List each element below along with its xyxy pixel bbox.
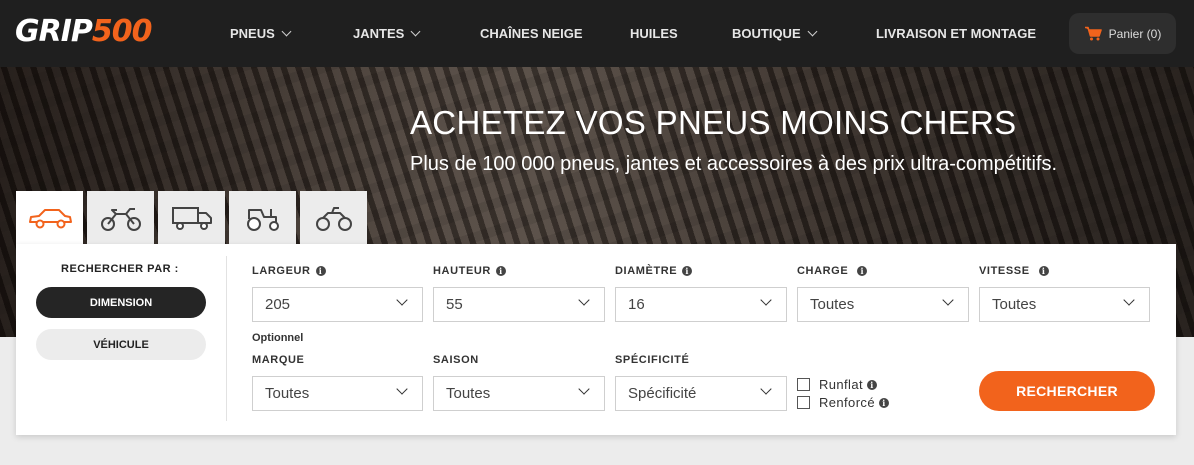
chevron-down-icon [760, 294, 772, 306]
tab-truck[interactable] [158, 191, 225, 244]
chevron-down-icon [396, 294, 408, 306]
car-icon [28, 208, 72, 228]
truck-icon [171, 206, 212, 230]
renforce-checkbox[interactable]: Renforcé i [797, 395, 889, 410]
marque-value: Toutes [265, 385, 310, 402]
specificite-value: Spécificité [628, 385, 697, 402]
diametre-label: DIAMÈTRE i [615, 265, 693, 277]
hero-subtitle: Plus de 100 000 pneus, jantes et accesso… [410, 153, 1058, 175]
chevron-down-icon [578, 294, 590, 306]
tractor-icon [246, 208, 279, 231]
checkbox-box[interactable] [797, 396, 810, 409]
largeur-label-text: LARGEUR [252, 265, 311, 277]
vitesse-label: VITESSE i [979, 265, 1049, 277]
vitesse-value: Toutes [992, 296, 1037, 313]
saison-value: Toutes [446, 385, 491, 402]
nav-item-label: BOUTIQUE [732, 26, 801, 41]
cart-icon [1084, 26, 1102, 41]
search-by-label: RECHERCHER PAR : [61, 263, 179, 275]
tab-motorcycle[interactable] [87, 191, 154, 244]
optional-label: Optionnel [252, 332, 304, 344]
diametre-select[interactable]: 16 [615, 287, 787, 322]
info-icon[interactable]: i [857, 266, 868, 276]
quad-icon [315, 206, 352, 231]
nav-item-label: CHAÎNES NEIGE [480, 26, 583, 41]
logo-text-500: 500 [91, 14, 153, 49]
saison-label: SAISON [433, 354, 479, 366]
cart-label: Panier (0) [1108, 26, 1162, 41]
info-icon[interactable]: i [495, 266, 506, 276]
tab-tractor[interactable] [229, 191, 296, 244]
chevron-down-icon [281, 26, 292, 37]
chevron-down-icon [807, 26, 818, 37]
top-nav: GRIP 500 PNEUS JANTES CHAÎNES NEIGE HUILE… [0, 0, 1194, 67]
charge-select[interactable]: Toutes [797, 287, 969, 322]
info-icon[interactable]: i [1038, 266, 1049, 276]
saison-select[interactable]: Toutes [433, 376, 605, 411]
info-icon[interactable]: i [867, 379, 877, 390]
info-icon[interactable]: i [878, 397, 889, 408]
hauteur-label: HAUTEUR i [433, 265, 506, 277]
diametre-label-text: DIAMÈTRE [615, 265, 678, 277]
chevron-down-icon [1123, 294, 1135, 306]
checkbox-box[interactable] [797, 378, 810, 391]
largeur-label: LARGEUR i [252, 265, 326, 277]
nav-item-label: HUILES [630, 26, 678, 41]
marque-select[interactable]: Toutes [252, 376, 423, 411]
nav-item-huiles[interactable]: HUILES [630, 26, 678, 41]
chevron-down-icon [760, 383, 772, 395]
info-icon[interactable]: i [315, 266, 326, 276]
panel-divider [226, 256, 227, 421]
nav-item-livraison-montage[interactable]: LIVRAISON ET MONTAGE [876, 26, 1036, 41]
vitesse-label-text: VITESSE [979, 265, 1030, 277]
chevron-down-icon [410, 26, 421, 37]
charge-value: Toutes [810, 296, 855, 313]
largeur-select[interactable]: 205 [252, 287, 423, 322]
search-mode-dimension-button[interactable]: DIMENSION [36, 287, 206, 318]
largeur-value: 205 [265, 296, 291, 313]
hero-title: ACHETEZ VOS PNEUS MOINS CHERS [410, 104, 1017, 141]
marque-label: MARQUE [252, 354, 305, 366]
hauteur-select[interactable]: 55 [433, 287, 605, 322]
charge-label-text: CHARGE [797, 265, 849, 277]
nav-item-boutique[interactable]: BOUTIQUE [732, 26, 818, 41]
specificite-select[interactable]: Spécificité [615, 376, 787, 411]
tab-quad[interactable] [300, 191, 367, 244]
specificite-label: SPÉCIFICITÉ [615, 354, 690, 366]
chevron-down-icon [578, 383, 590, 395]
nav-item-pneus[interactable]: PNEUS [230, 26, 292, 41]
search-mode-vehicle-button[interactable]: VÉHICULE [36, 329, 206, 360]
runflat-label: Runflat [819, 377, 863, 392]
logo-text-grip: GRIP [15, 14, 93, 49]
info-icon[interactable]: i [682, 266, 693, 276]
nav-item-label: JANTES [353, 26, 405, 41]
runflat-checkbox[interactable]: Runflat i [797, 377, 877, 392]
nav-item-label: LIVRAISON ET MONTAGE [876, 26, 1037, 41]
vitesse-select[interactable]: Toutes [979, 287, 1150, 322]
diametre-value: 16 [628, 296, 645, 313]
charge-label: CHARGE i [797, 265, 868, 277]
nav-item-chaines-neige[interactable]: CHAÎNES NEIGE [480, 26, 583, 41]
motorcycle-icon [100, 207, 141, 231]
nav-item-jantes[interactable]: JANTES [353, 26, 421, 41]
chevron-down-icon [396, 383, 408, 395]
chevron-down-icon [942, 294, 954, 306]
grip500-logo[interactable]: GRIP 500 [15, 14, 152, 52]
tire-search-panel: RECHERCHER PAR : DIMENSION VÉHICULE LARG… [16, 244, 1176, 435]
nav-item-label: PNEUS [230, 26, 275, 41]
hauteur-label-text: HAUTEUR [433, 265, 491, 277]
cart-button[interactable]: Panier (0) [1069, 13, 1176, 54]
search-submit-button[interactable]: RECHERCHER [979, 371, 1155, 411]
tab-car[interactable] [16, 191, 83, 244]
hauteur-value: 55 [446, 296, 463, 313]
renforce-label: Renforcé [819, 395, 875, 410]
